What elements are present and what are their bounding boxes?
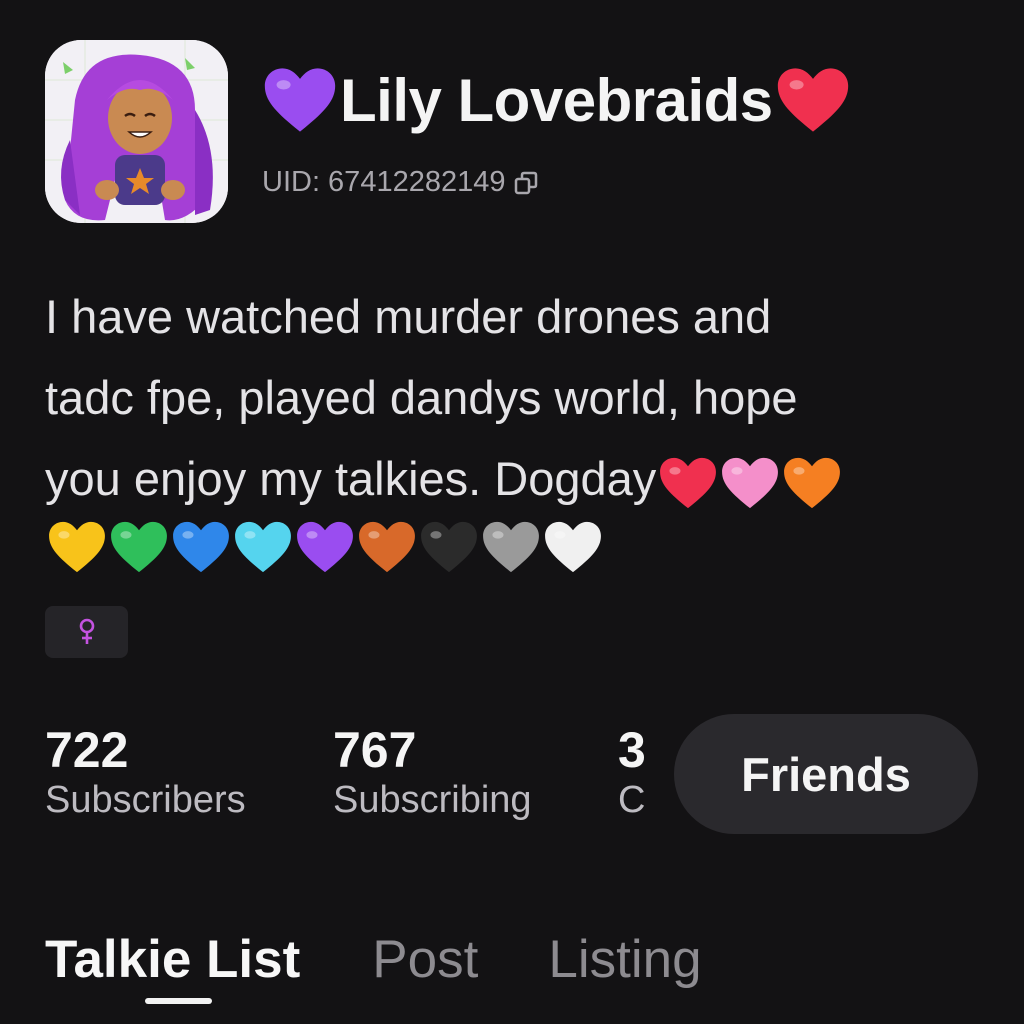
stat-subscribers-label: Subscribers	[45, 779, 246, 821]
friends-button[interactable]: Friends	[674, 714, 978, 834]
stat-third-label: C	[618, 779, 646, 821]
stat-subscribing-label: Subscribing	[333, 779, 532, 821]
bio-hearts-row	[45, 520, 603, 574]
female-icon	[79, 618, 94, 644]
bio-line-1: I have watched murder drones and	[45, 290, 772, 343]
stat-third[interactable]: 3 C	[618, 722, 674, 822]
tab-talkie-list[interactable]: Talkie List	[45, 928, 300, 992]
brown-heart-icon	[359, 521, 415, 573]
white-heart-icon	[545, 521, 601, 573]
stat-third-value: 3	[618, 722, 646, 778]
profile-tabs: Talkie List Post Listing	[45, 928, 702, 992]
profile-name-text: Lily Lovebraids	[340, 66, 773, 134]
stat-subscribers[interactable]: 722 Subscribers	[45, 722, 246, 822]
stat-subscribing-value: 767	[333, 722, 417, 778]
yellow-heart-icon	[49, 521, 105, 573]
light-blue-heart-icon	[235, 521, 291, 573]
tab-listing[interactable]: Listing	[548, 928, 701, 992]
stat-subscribers-value: 722	[45, 722, 129, 778]
bio-line-3-text: you enjoy my talkies. Dogday	[45, 452, 657, 505]
purple-heart-icon	[297, 521, 353, 573]
uid-row: UID: 67412282149	[262, 166, 539, 199]
uid-text: UID: 67412282149	[262, 166, 506, 198]
orange-heart-icon	[784, 457, 841, 508]
bio-line-3: you enjoy my talkies. Dogday	[45, 438, 945, 519]
avatar[interactable]	[45, 40, 228, 223]
grey-heart-icon	[483, 521, 539, 573]
bio-hearts-inline	[656, 438, 842, 519]
pink-heart-icon	[722, 457, 779, 508]
avatar-image	[45, 40, 228, 223]
red-heart-icon	[777, 68, 848, 132]
tab-post[interactable]: Post	[372, 928, 478, 992]
blue-heart-icon	[173, 521, 229, 573]
gender-badge	[45, 606, 128, 658]
active-tab-indicator	[145, 998, 212, 1004]
bio-line-2: tadc fpe, played dandys world, hope	[45, 371, 798, 424]
copy-icon[interactable]	[513, 170, 539, 196]
black-heart-icon	[421, 521, 477, 573]
stat-subscribing[interactable]: 767 Subscribing	[333, 722, 532, 822]
purple-heart-icon	[264, 68, 336, 132]
bio: I have watched murder drones and tadc fp…	[45, 276, 945, 519]
red-heart-icon	[660, 457, 717, 508]
green-heart-icon	[111, 521, 167, 573]
profile-name: Lily Lovebraids	[262, 62, 851, 138]
